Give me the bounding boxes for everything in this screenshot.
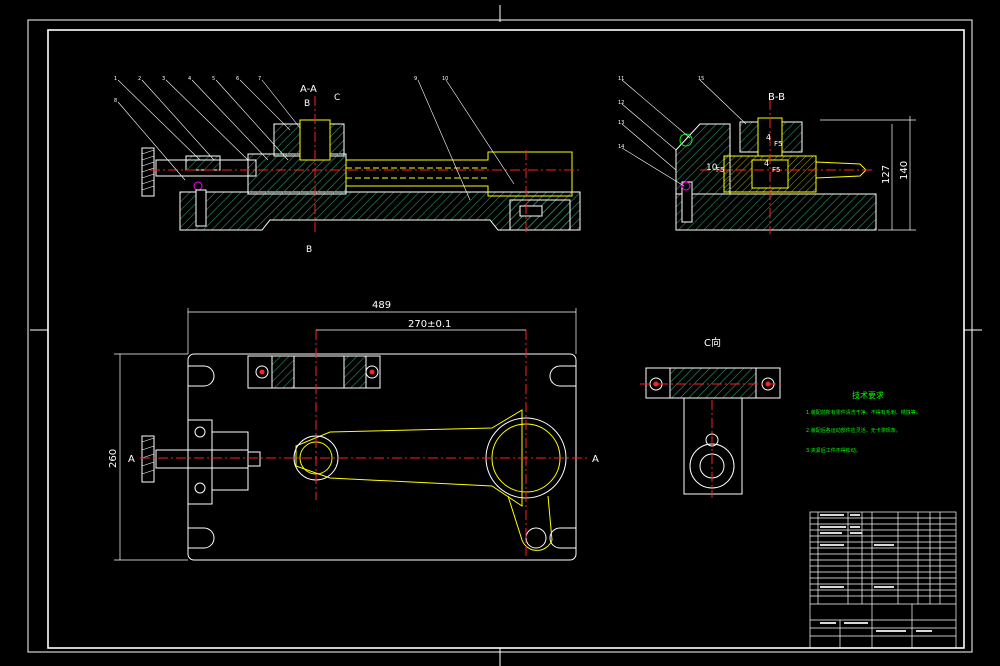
tech-line-2: 2.装配后各运动部件应灵活，无卡滞现象。 bbox=[806, 427, 901, 434]
tech-line-1: 1.装配前所有零件清洗干净，不得有毛刺、锈蚀等。 bbox=[806, 409, 921, 416]
svg-text:9: 9 bbox=[414, 76, 417, 82]
dim-270: 270±0.1 bbox=[408, 319, 451, 330]
tech-requirements: 技术要求 1.装配前所有零件清洗干净，不得有毛刺、锈蚀等。 2.装配后各运动部件… bbox=[806, 390, 921, 454]
svg-text:4: 4 bbox=[188, 76, 191, 82]
section-aa-title: A-A bbox=[300, 84, 317, 95]
dim-140: 140 bbox=[899, 161, 910, 180]
svg-text:5: 5 bbox=[212, 76, 215, 82]
bb-note-f5-c: F5 bbox=[772, 166, 780, 174]
dim-489: 489 bbox=[372, 300, 391, 311]
section-aa-view: 1 2 3 4 5 6 7 8 9 10 A-A B C B bbox=[114, 76, 581, 255]
bb-note-4a: 4 bbox=[766, 133, 771, 142]
svg-text:7: 7 bbox=[258, 76, 261, 82]
section-bb-view: 1112 131415 B-B 127 140 10 F5 F5 4 4 F5 bbox=[618, 76, 916, 234]
svg-text:1: 1 bbox=[114, 76, 117, 82]
plan-view: 489 270±0.1 260 A A bbox=[108, 300, 599, 561]
bb-note-4b: 4 bbox=[764, 159, 769, 168]
view-c-title: C向 bbox=[704, 336, 721, 349]
cut-a-left-label: A bbox=[128, 454, 135, 465]
cut-c-label: C bbox=[334, 93, 340, 103]
cut-b-top-label: B bbox=[304, 99, 310, 109]
dim-260: 260 bbox=[108, 449, 119, 468]
drawing-frame bbox=[27, 5, 982, 666]
section-bb-title: B-B bbox=[768, 92, 785, 103]
svg-text:6: 6 bbox=[236, 76, 239, 82]
svg-text:15: 15 bbox=[698, 76, 704, 82]
title-block-text-marks bbox=[820, 514, 932, 632]
svg-text:12: 12 bbox=[618, 100, 624, 106]
bb-note-f5-a: F5 bbox=[716, 166, 724, 174]
svg-text:8: 8 bbox=[114, 98, 117, 104]
svg-text:13: 13 bbox=[618, 120, 624, 126]
svg-text:14: 14 bbox=[618, 144, 624, 150]
svg-text:3: 3 bbox=[162, 76, 165, 82]
tech-line-3: 3.夹紧后工件不得松动。 bbox=[806, 447, 861, 454]
view-c: C向 bbox=[640, 336, 784, 498]
tech-heading: 技术要求 bbox=[852, 390, 884, 400]
svg-text:11: 11 bbox=[618, 76, 624, 82]
dim-127: 127 bbox=[881, 165, 892, 184]
cut-a-right-label: A bbox=[592, 454, 599, 465]
drawing-canvas: 123 456 789 10 A-A B C B 1112 131415 B-B… bbox=[27, 5, 982, 666]
svg-text:10: 10 bbox=[442, 76, 448, 82]
bb-note-f5-b: F5 bbox=[774, 140, 782, 148]
svg-text:2: 2 bbox=[138, 76, 141, 82]
cut-b-bottom-label: B bbox=[306, 245, 312, 255]
